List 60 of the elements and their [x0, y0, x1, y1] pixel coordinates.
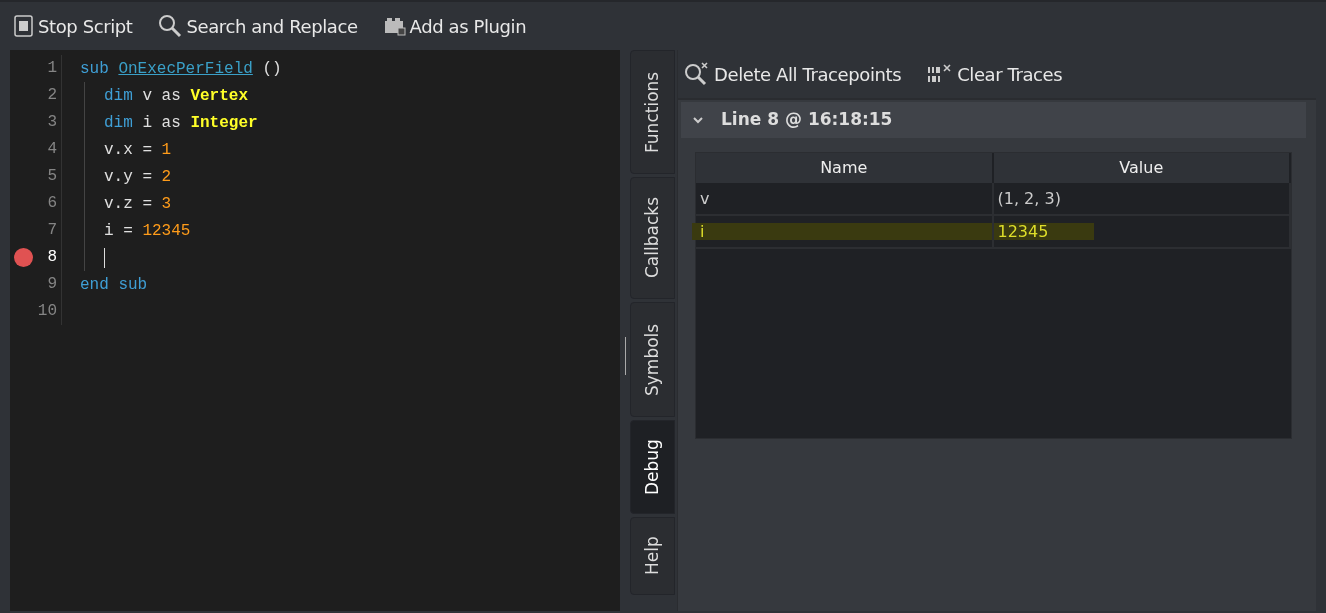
breakpoint-dot[interactable]	[14, 248, 33, 267]
code-token: =	[142, 193, 152, 215]
side-tab[interactable]: Symbols	[630, 302, 675, 417]
code-token: sub	[80, 58, 109, 80]
line-number: 5	[37, 163, 62, 190]
code-token: as	[161, 112, 181, 134]
line-number: 1	[37, 55, 62, 82]
code-token: dim	[104, 112, 133, 134]
code-token: v.x	[104, 139, 133, 161]
clear-search-icon	[684, 62, 710, 86]
code-token: =	[142, 166, 152, 188]
search-icon	[158, 14, 183, 38]
column-header[interactable]: Value	[993, 153, 1291, 183]
code-token: ()	[262, 58, 282, 80]
table-cell: (1, 2, 3)	[993, 183, 1291, 214]
code-token: v.z	[104, 193, 133, 215]
toolbar-button[interactable]: Clear Traces	[927, 60, 1063, 88]
trace-header[interactable]: Line 8 @ 16:18:15	[681, 102, 1306, 138]
side-tab[interactable]: Debug	[630, 420, 675, 514]
code-token: i	[142, 112, 152, 134]
code-token: v.y	[104, 166, 133, 188]
code-token: Integer	[190, 112, 258, 134]
stop-icon	[14, 15, 34, 37]
toolbar-button[interactable]: Add as Plugin	[383, 12, 527, 40]
line-number: 4	[37, 136, 62, 163]
side-tab[interactable]: Help	[630, 517, 675, 595]
code-token: as	[161, 85, 181, 107]
toolbar-button[interactable]: Delete All Tracepoints	[684, 60, 902, 88]
code-token: end	[80, 274, 109, 296]
code-token: 2	[161, 166, 172, 188]
code-token: =	[142, 139, 152, 161]
code-token: 3	[161, 193, 172, 215]
trace-title: Line 8 @ 16:18:15	[721, 108, 893, 132]
plugin-icon	[383, 16, 406, 36]
side-tab[interactable]: Functions	[630, 50, 675, 174]
code-token: 1	[161, 139, 172, 161]
binary-icon	[927, 64, 954, 84]
code-token: i	[104, 220, 114, 242]
line-number: 3	[37, 109, 62, 136]
side-tab[interactable]: Callbacks	[630, 177, 675, 299]
code-token: Vertex	[190, 85, 248, 107]
code-token: sub	[118, 274, 148, 296]
code-token: =	[123, 220, 133, 242]
line-number: 8	[37, 244, 62, 271]
table-cell: v	[696, 183, 994, 214]
toolbar-button[interactable]: Stop Script	[14, 12, 133, 40]
table-cell: i	[696, 216, 994, 247]
function-link[interactable]: OnExecPerField	[118, 56, 253, 81]
line-number: 2	[37, 82, 62, 109]
toolbar-button[interactable]: Search and Replace	[158, 12, 358, 40]
code-token: v	[142, 85, 152, 107]
line-number: 10	[37, 298, 62, 325]
splitter-handle[interactable]	[624, 336, 626, 375]
line-number: 7	[37, 217, 62, 244]
column-header[interactable]: Name	[696, 153, 994, 183]
code-token: 12345	[142, 220, 191, 242]
line-number: 6	[37, 190, 62, 217]
line-number: 9	[37, 271, 62, 298]
code-token: dim	[104, 85, 133, 107]
table-cell: 12345	[993, 216, 1291, 247]
